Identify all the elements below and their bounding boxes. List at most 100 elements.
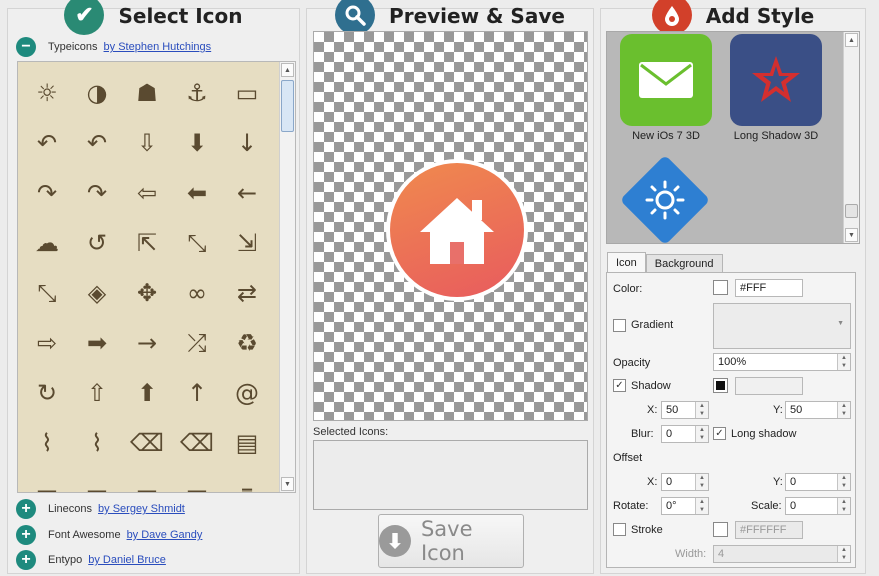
shadow-x-field[interactable]: 50 ▲ ▼ <box>661 401 709 419</box>
glyph-icon[interactable]: ↶ <box>22 118 72 168</box>
glyph-icon[interactable]: ▤ <box>222 418 272 468</box>
glyph-icon[interactable]: ⬅ <box>172 168 222 218</box>
glyph-icon[interactable]: ☗ <box>122 68 172 118</box>
library-author-link[interactable]: by Dave Gandy <box>127 529 203 541</box>
gradient-checkbox[interactable] <box>613 319 626 332</box>
glyph-icon[interactable]: ⤡ <box>22 268 72 318</box>
glyph-icon[interactable]: ↷ <box>72 168 122 218</box>
rotate-field[interactable]: 0° ▲ ▼ <box>661 497 709 515</box>
scroll-up-arrow-icon[interactable]: ▲ <box>845 33 858 47</box>
glyph-icon[interactable]: ◑ <box>72 68 122 118</box>
offset-y-field[interactable]: 0 ▲ ▼ <box>785 473 851 491</box>
glyph-icon[interactable]: ⚓ <box>172 68 222 118</box>
spinner-icon[interactable]: ▲ ▼ <box>695 474 708 490</box>
scroll-up-arrow-icon[interactable]: ▲ <box>281 63 294 77</box>
glyph-icon[interactable]: ⇲ <box>222 218 272 268</box>
expand-icon[interactable]: + <box>16 550 36 570</box>
glyph-icon[interactable]: ⌇ <box>22 418 72 468</box>
glyph-icon[interactable]: ⌇ <box>72 418 122 468</box>
glyph-icon[interactable]: ▭ <box>222 68 272 118</box>
glyph-icon[interactable]: ↻ <box>22 368 72 418</box>
spinner-icon[interactable]: ▲ ▼ <box>695 402 708 418</box>
glyph-icon[interactable]: ➡ <box>72 318 122 368</box>
long-shadow-checkbox[interactable]: ✓ <box>713 427 726 440</box>
spinner-icon[interactable]: ▲ ▼ <box>837 402 850 418</box>
stroke-color-field[interactable]: #FFFFFF <box>735 521 803 539</box>
style-tile-diamond[interactable] <box>619 154 713 243</box>
glyph-icon[interactable]: → <box>122 318 172 368</box>
glyph-icon[interactable]: ↑ <box>172 368 222 418</box>
scroll-down-arrow-icon[interactable]: ▼ <box>281 477 294 491</box>
library-font-awesome[interactable]: + Font Awesome by Dave Gandy <box>16 525 202 545</box>
save-icon-button[interactable]: ⬇ Save Icon <box>378 514 524 568</box>
glyph-icon[interactable]: ⤮ <box>172 318 222 368</box>
spinner-icon[interactable]: ▲ ▼ <box>837 498 850 514</box>
glyph-icon[interactable]: ⇱ <box>122 218 172 268</box>
glyph-icon[interactable]: ⌆ <box>222 468 272 492</box>
glyph-icon[interactable]: ⬇ <box>172 118 222 168</box>
library-author-link[interactable]: by Sergey Shmidt <box>98 503 185 515</box>
glyph-icon[interactable]: ⇄ <box>222 268 272 318</box>
shadow-color-swatch[interactable] <box>713 378 728 393</box>
shadow-checkbox[interactable]: ✓ <box>613 379 626 392</box>
scrollbar-thumb[interactable] <box>281 80 294 132</box>
glyph-icon[interactable]: ⌫ <box>122 418 172 468</box>
expand-icon[interactable]: + <box>16 525 36 545</box>
glyph-icon[interactable]: ☁ <box>22 218 72 268</box>
tab-icon[interactable]: Icon <box>607 252 646 272</box>
spinner-icon[interactable]: ▲ ▼ <box>837 474 850 490</box>
glyph-icon[interactable]: ♻ <box>222 318 272 368</box>
glyph-icon[interactable]: ▬ <box>72 468 122 492</box>
glyph-icon[interactable]: ▬ <box>122 468 172 492</box>
collapse-icon[interactable]: − <box>16 37 36 57</box>
glyph-icon[interactable]: ⇦ <box>122 168 172 218</box>
library-linecons[interactable]: + Linecons by Sergey Shmidt <box>16 499 185 519</box>
icon-grid-scrollbar[interactable]: ▲ ▼ <box>279 62 295 492</box>
glyph-icon[interactable]: ↓ <box>222 118 272 168</box>
glyph-icon[interactable]: ← <box>222 168 272 218</box>
scale-field[interactable]: 0 ▲ ▼ <box>785 497 851 515</box>
library-author-link[interactable]: by Stephen Hutchings <box>104 41 212 53</box>
glyph-icon[interactable]: ↺ <box>72 218 122 268</box>
shadow-y-field[interactable]: 50 ▲ ▼ <box>785 401 851 419</box>
shadow-color-field[interactable] <box>735 377 803 395</box>
spinner-icon[interactable]: ▲ ▼ <box>695 498 708 514</box>
style-gallery-scrollbar[interactable]: ▲ ▼ <box>843 32 859 243</box>
library-typeicons[interactable]: − Typeicons by Stephen Hutchings <box>16 37 211 57</box>
spinner-icon[interactable]: ▲ ▼ <box>837 354 850 370</box>
glyph-icon[interactable]: ∞ <box>172 268 222 318</box>
library-entypo[interactable]: + Entypo by Daniel Bruce <box>16 550 166 570</box>
glyph-icon[interactable]: @ <box>222 368 272 418</box>
glyph-icon[interactable]: ▬ <box>22 468 72 492</box>
glyph-icon[interactable]: ↶ <box>72 118 122 168</box>
scrollbar-thumb[interactable] <box>845 204 858 218</box>
width-field[interactable]: 4 ▲ ▼ <box>713 545 851 563</box>
glyph-icon[interactable]: ▬ <box>172 468 222 492</box>
expand-icon[interactable]: + <box>16 499 36 519</box>
scroll-down-arrow-icon[interactable]: ▼ <box>845 228 858 242</box>
style-tile-long-shadow-3d[interactable]: Long Shadow 3D <box>729 34 823 142</box>
glyph-icon[interactable]: ↷ <box>22 168 72 218</box>
spinner-icon[interactable]: ▲ ▼ <box>695 426 708 442</box>
offset-x-field[interactable]: 0 ▲ ▼ <box>661 473 709 491</box>
opacity-field[interactable]: 100% ▲ ▼ <box>713 353 851 371</box>
glyph-icon[interactable]: ☼ <box>22 68 72 118</box>
gradient-select[interactable]: ▼ <box>713 303 851 349</box>
glyph-icon[interactable]: ✥ <box>122 268 172 318</box>
glyph-icon[interactable]: ⤡ <box>172 218 222 268</box>
glyph-icon[interactable]: ⇨ <box>22 318 72 368</box>
color-swatch[interactable] <box>713 280 728 295</box>
glyph-icon[interactable]: ◈ <box>72 268 122 318</box>
selected-icons-box[interactable] <box>313 440 588 510</box>
glyph-icon[interactable]: ⇧ <box>72 368 122 418</box>
blur-field[interactable]: 0 ▲ ▼ <box>661 425 709 443</box>
glyph-icon[interactable]: ⇩ <box>122 118 172 168</box>
glyph-icon[interactable]: ⌫ <box>172 418 222 468</box>
style-tile-ios7-3d[interactable]: New iOs 7 3D <box>619 34 713 142</box>
stroke-color-swatch[interactable] <box>713 522 728 537</box>
stroke-checkbox[interactable] <box>613 523 626 536</box>
glyph-icon[interactable]: ⬆ <box>122 368 172 418</box>
library-author-link[interactable]: by Daniel Bruce <box>88 554 166 566</box>
spinner-icon[interactable]: ▲ ▼ <box>837 546 850 562</box>
color-field[interactable]: #FFF <box>735 279 803 297</box>
